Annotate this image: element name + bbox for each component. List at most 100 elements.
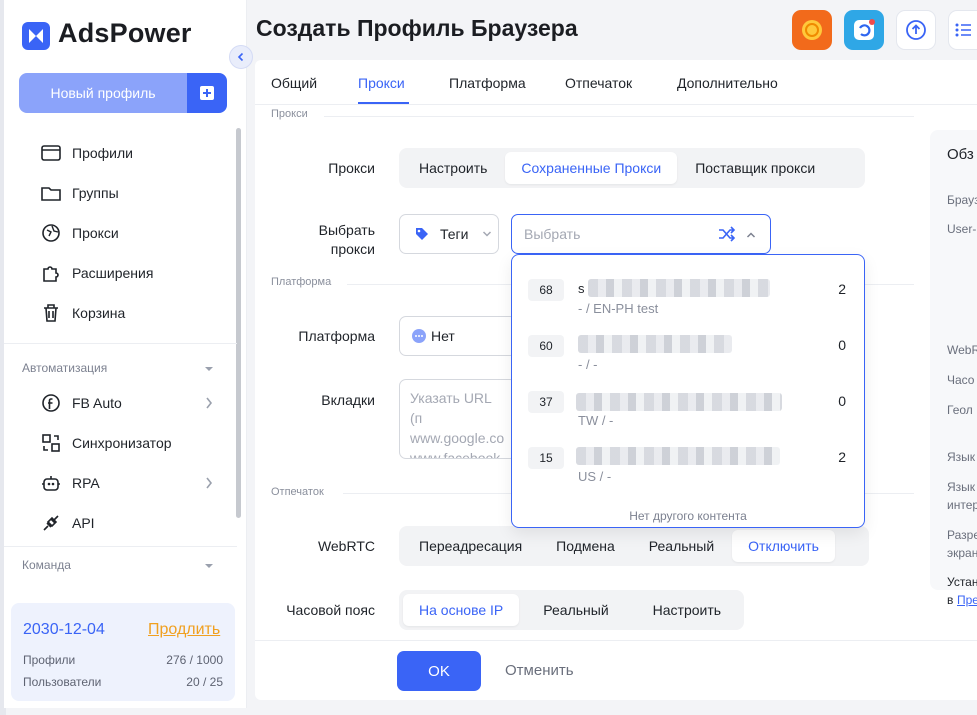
overview-label: Язык	[947, 480, 976, 494]
webrtc-disable[interactable]: Отключить	[732, 530, 835, 562]
platform-select-value: Нет	[431, 328, 455, 344]
api-icon	[43, 515, 59, 531]
puzzle-icon	[43, 266, 59, 282]
more-dots-icon	[412, 329, 426, 343]
redacted-text	[578, 335, 732, 353]
list-menu-icon[interactable]	[948, 10, 977, 50]
proxy-usage-count: 2	[838, 449, 846, 465]
timezone-real[interactable]: Реальный	[521, 594, 630, 626]
adspower-logo-icon	[22, 22, 50, 50]
chevron-right-icon	[206, 397, 213, 409]
platform-select[interactable]: Нет	[399, 316, 517, 356]
proxy-option-location: US / -	[578, 469, 612, 484]
sidebar-item-label: Корзина	[72, 305, 126, 321]
tab-general[interactable]: Общий	[271, 75, 317, 91]
webrtc-forward[interactable]: Переадресация	[403, 530, 538, 562]
platform-field-label: Платформа	[298, 328, 375, 344]
upload-sync-icon[interactable]	[896, 10, 936, 50]
caret-down-icon[interactable]	[204, 561, 214, 571]
refresh-badge-icon[interactable]	[844, 10, 884, 50]
new-profile-button[interactable]: Новый профиль	[19, 73, 187, 113]
proxy-option[interactable]: 60 - / - 0	[512, 333, 864, 389]
webrtc-replace[interactable]: Подмена	[540, 530, 631, 562]
timezone-field-label: Часовой пояс	[286, 602, 375, 618]
caret-down-icon[interactable]	[204, 364, 214, 374]
folder-icon	[41, 187, 61, 201]
sidebar-item-fb-auto[interactable]: FB Auto	[40, 391, 122, 415]
new-profile-add-button[interactable]	[187, 73, 227, 113]
overview-label: Брауз	[947, 193, 977, 207]
tag-icon	[416, 228, 428, 240]
select-proxy-label: Выбрать прокси	[290, 221, 375, 259]
proxy-select-placeholder: Выбрать	[524, 226, 581, 242]
proxy-id-badge: 15	[528, 447, 564, 469]
sidebar-item-proxy[interactable]: Прокси	[40, 221, 119, 245]
proxy-usage-count: 0	[838, 337, 846, 353]
no-more-content-text: Нет другого контента	[629, 509, 747, 523]
tabs-urls-textarea[interactable]: Указать URL (п www.google.co www.faceboo…	[399, 379, 517, 459]
overview-label: в	[947, 593, 954, 607]
proxy-select-dropdown: 68 s - / EN-PH test 2 60 - / - 0 37 TW /…	[511, 254, 865, 528]
tags-filter-label: Теги	[440, 226, 469, 242]
sidebar-item-label: Группы	[72, 185, 119, 201]
redacted-text	[576, 393, 782, 411]
tab-fingerprint[interactable]: Отпечаток	[565, 75, 632, 91]
sidebar-item-label: FB Auto	[72, 395, 122, 411]
overview-label: Устан	[947, 575, 977, 589]
fingerprint-section-title: Отпечаток	[271, 486, 324, 498]
proxy-option[interactable]: 68 s - / EN-PH test 2	[512, 277, 864, 333]
sidebar-item-label: RPA	[72, 475, 100, 491]
webrtc-real[interactable]: Реальный	[633, 530, 730, 562]
tags-filter-select[interactable]: Теги	[399, 214, 499, 254]
platform-section-title: Платформа	[271, 276, 332, 288]
sidebar-item-extensions[interactable]: Расширения	[40, 261, 153, 285]
timezone-by-ip[interactable]: На основе IP	[403, 594, 520, 626]
timezone-custom[interactable]: Настроить	[633, 594, 741, 626]
automation-section-title[interactable]: Автоматизация	[22, 361, 107, 375]
tab-advanced[interactable]: Дополнительно	[677, 75, 778, 91]
overview-label: Часо	[947, 373, 975, 387]
sidebar-item-api[interactable]: API	[40, 511, 95, 535]
proxy-mode-custom[interactable]: Настроить	[403, 152, 503, 184]
sync-icon	[42, 434, 60, 452]
overview-link[interactable]: Пре	[957, 593, 977, 607]
team-section-title[interactable]: Команда	[22, 558, 71, 572]
sidebar-item-profiles[interactable]: Профили	[40, 141, 133, 165]
tab-proxy[interactable]: Прокси	[358, 75, 405, 91]
proxy-id-badge: 37	[528, 391, 564, 413]
sidebar-item-rpa[interactable]: RPA	[40, 471, 100, 495]
timezone-mode-segmented: На основе IP Реальный Настроить	[399, 590, 744, 630]
proxy-mode-saved[interactable]: Сохраненные Прокси	[505, 152, 678, 184]
shuffle-icon[interactable]	[718, 226, 736, 242]
tabs-field-label: Вкладки	[321, 392, 375, 408]
proxy-option-name: s	[578, 281, 585, 296]
coin-reward-icon[interactable]	[792, 10, 832, 50]
sidebar-item-label: Прокси	[72, 225, 119, 241]
proxy-select-input[interactable]: Выбрать	[511, 214, 771, 254]
cancel-button[interactable]: Отменить	[505, 662, 574, 679]
app-logo-text: AdsPower	[58, 18, 192, 48]
sidebar-scrollbar[interactable]	[236, 128, 241, 518]
chevron-right-icon	[206, 477, 213, 489]
chevron-down-icon	[483, 231, 492, 237]
sidebar-item-groups[interactable]: Группы	[40, 181, 119, 205]
sidebar-item-trash[interactable]: Корзина	[40, 301, 125, 325]
tabs-divider	[255, 104, 977, 105]
proxy-option-location: - / -	[578, 357, 598, 372]
tab-platform[interactable]: Платформа	[449, 75, 526, 91]
select-proxy-label-line2: прокси	[330, 241, 375, 257]
chevron-up-icon[interactable]	[746, 230, 756, 240]
active-tab-indicator	[358, 102, 409, 104]
trash-icon	[44, 304, 58, 322]
collapse-sidebar-button[interactable]	[229, 45, 253, 69]
proxy-option[interactable]: 15 US / - 2	[512, 445, 864, 501]
ok-button[interactable]: OK	[397, 651, 481, 691]
proxy-option-location: TW / -	[578, 413, 614, 428]
proxy-option-location: - / EN-PH test	[578, 301, 659, 316]
sidebar-item-synchronizer[interactable]: Синхронизатор	[40, 431, 172, 455]
renew-link[interactable]: Продлить	[148, 621, 220, 639]
facebook-icon	[42, 394, 60, 412]
proxy-option[interactable]: 37 TW / - 0	[512, 389, 864, 445]
proxy-mode-provider[interactable]: Поставщик прокси	[679, 152, 831, 184]
proxy-field-label: Прокси	[328, 160, 375, 176]
